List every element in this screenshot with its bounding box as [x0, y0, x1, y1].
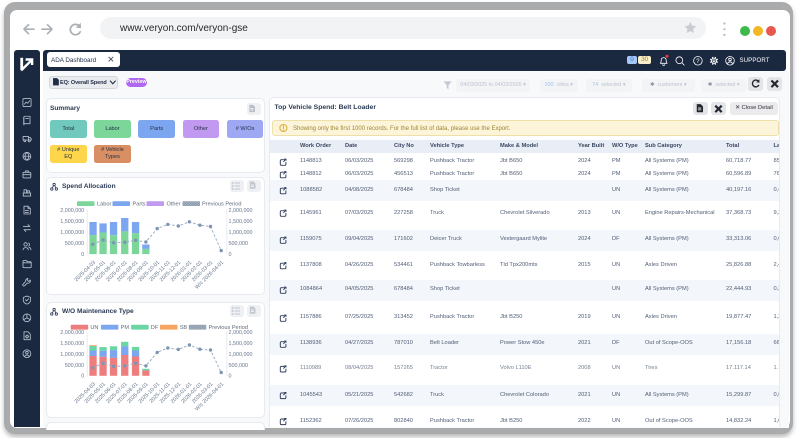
svg-text:500,000: 500,000	[65, 241, 85, 247]
svg-text:?: ?	[696, 58, 700, 65]
svg-text:500,000: 500,000	[65, 363, 85, 369]
svg-text:0: 0	[229, 252, 232, 258]
svg-text:2,000,000: 2,000,000	[60, 208, 84, 214]
svg-text:1,500,000: 1,500,000	[229, 341, 253, 347]
svg-text:0: 0	[81, 374, 84, 380]
svg-text:Other: Other	[167, 202, 181, 208]
svg-text:1,500,000: 1,500,000	[60, 341, 84, 347]
svg-text:Previous Period: Previous Period	[202, 202, 242, 208]
svg-text:0: 0	[229, 374, 232, 380]
svg-text:2,000,000: 2,000,000	[229, 330, 253, 336]
svg-text:500,000: 500,000	[229, 363, 249, 369]
svg-text:1,000,000: 1,000,000	[60, 230, 84, 236]
svg-text:1,500,000: 1,500,000	[229, 219, 253, 225]
svg-text:1,000,000: 1,000,000	[229, 352, 253, 358]
svg-text:1,000,000: 1,000,000	[229, 230, 253, 236]
svg-text:2,000,000: 2,000,000	[229, 208, 253, 214]
svg-text:Parts: Parts	[133, 202, 146, 208]
svg-text:500,000: 500,000	[229, 241, 249, 247]
svg-text:SB: SB	[180, 325, 188, 331]
svg-text:DF: DF	[151, 325, 159, 331]
svg-text:UN: UN	[90, 325, 98, 331]
svg-text:1,000,000: 1,000,000	[60, 352, 84, 358]
svg-text:0: 0	[81, 252, 84, 258]
svg-text:PM: PM	[121, 325, 130, 331]
svg-text:1,500,000: 1,500,000	[60, 219, 84, 225]
svg-text:Labor: Labor	[97, 202, 111, 208]
svg-text:2,000,000: 2,000,000	[60, 330, 84, 336]
